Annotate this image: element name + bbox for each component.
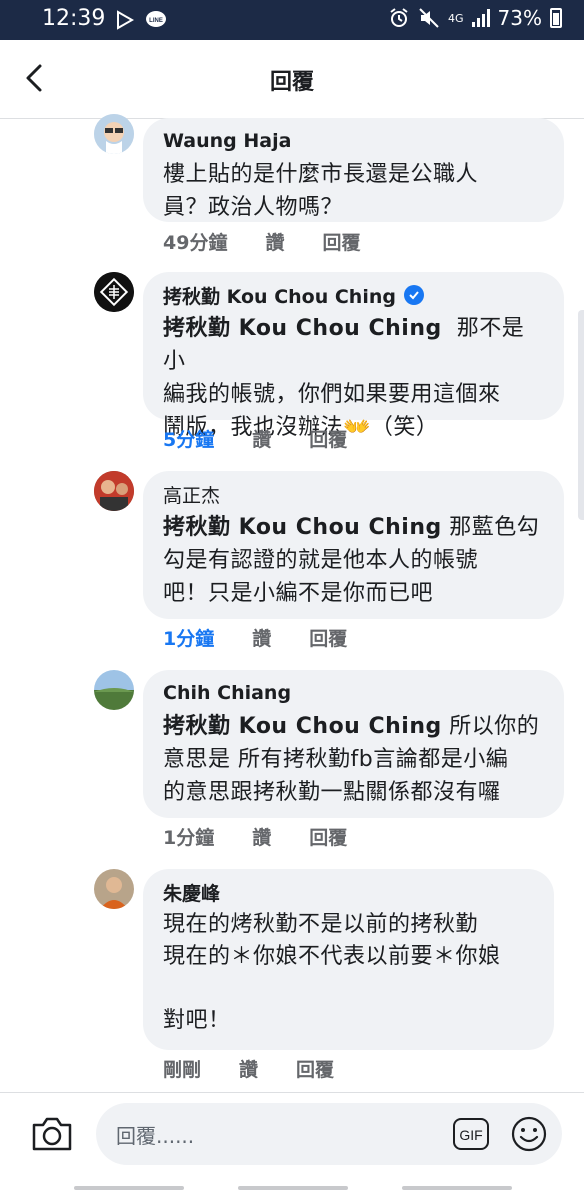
reply-button[interactable]: 回覆 xyxy=(322,228,360,255)
status-bar: 12:39 LINE 4G 73% xyxy=(0,0,584,40)
comment-author[interactable]: 朱慶峰 xyxy=(163,879,534,905)
svg-text:LINE: LINE xyxy=(149,18,163,24)
avatar[interactable] xyxy=(94,114,134,154)
comment-bubble: 朱慶峰 現在的烤秋勤不是以前的拷秋勤 現在的＊你娘不代表以前要＊你娘 對吧！ xyxy=(143,869,554,1050)
avatar[interactable] xyxy=(94,471,134,511)
author-name[interactable]: Waung Haja xyxy=(163,130,291,152)
reply-input-placeholder: 回覆...... xyxy=(116,1124,195,1148)
page-title: 回覆 xyxy=(269,70,314,95)
comment-bubble: Waung Haja 樓上貼的是什麼市長還是公職人 員？政治人物嗎？ xyxy=(143,118,564,222)
comment-actions: 1分鐘 讚 回覆 xyxy=(163,624,347,651)
comment-text: 樓上貼的是什麼市長還是公職人 員？政治人物嗎？ xyxy=(163,162,479,220)
battery-percent: 73% xyxy=(497,6,542,30)
comment-author[interactable]: 拷秋勤 Kou Chou Ching xyxy=(163,282,544,308)
comment-text: 拷秋勤 Kou Chou Ching 所以你的 意思是 所有拷秋勤fb言論都是小… xyxy=(163,710,544,809)
avatar[interactable] xyxy=(94,272,134,312)
reply-button[interactable]: 回覆 xyxy=(309,823,347,850)
mention-tag[interactable]: 拷秋勤 Kou Chou Ching xyxy=(163,316,442,341)
system-nav-bar xyxy=(0,1176,584,1200)
scrollbar[interactable] xyxy=(578,310,584,520)
alarm-icon xyxy=(390,8,408,27)
status-indicators: 4G 73% xyxy=(388,6,562,30)
mention-tag[interactable]: 拷秋勤 Kou Chou Ching xyxy=(163,714,442,739)
comment-bubble: 高正杰 拷秋勤 Kou Chou Ching 那藍色勾 勾是有認證的就是他本人的… xyxy=(143,471,564,619)
line-app-icon: LINE xyxy=(146,11,166,27)
author-name[interactable]: 朱慶峰 xyxy=(163,879,220,906)
mute-icon xyxy=(419,8,439,28)
comment-time: 1分鐘 xyxy=(163,827,215,849)
emoji-icon[interactable] xyxy=(510,1115,548,1153)
svg-text:GIF: GIF xyxy=(459,1127,482,1143)
comment-time: 5分鐘 xyxy=(163,429,215,451)
reply-button[interactable]: 回覆 xyxy=(309,425,347,452)
nav-back-handle[interactable] xyxy=(74,1186,184,1190)
comment-author[interactable]: 高正杰 xyxy=(163,481,544,507)
signal-icon xyxy=(471,9,490,27)
like-button[interactable]: 讚 xyxy=(252,823,271,850)
author-name[interactable]: 高正杰 xyxy=(163,481,220,508)
comment-actions: 49分鐘 讚 回覆 xyxy=(163,228,360,255)
nav-recents-handle[interactable] xyxy=(402,1186,512,1190)
gif-icon[interactable]: GIF xyxy=(452,1117,490,1151)
comment-actions: 1分鐘 讚 回覆 xyxy=(163,823,347,850)
reply-button[interactable]: 回覆 xyxy=(309,624,347,651)
status-time: 12:39 xyxy=(42,6,106,31)
page-header: 回覆 xyxy=(0,40,584,119)
comment-author[interactable]: Waung Haja xyxy=(163,128,544,154)
notification-icons: LINE xyxy=(114,8,168,32)
reply-input[interactable]: 回覆...... GIF xyxy=(96,1103,562,1165)
battery-icon xyxy=(550,8,562,28)
reply-composer: 回覆...... GIF xyxy=(0,1092,584,1177)
comment-text: 現在的烤秋勤不是以前的拷秋勤 現在的＊你娘不代表以前要＊你娘 對吧！ xyxy=(163,912,501,1033)
camera-icon[interactable] xyxy=(30,1113,74,1153)
like-button[interactable]: 讚 xyxy=(239,1055,258,1082)
nav-home-handle[interactable] xyxy=(238,1186,348,1190)
mention-tag[interactable]: 拷秋勤 Kou Chou Ching xyxy=(163,515,442,540)
comment-time: 49分鐘 xyxy=(163,232,228,254)
comment-author[interactable]: Chih Chiang xyxy=(163,680,544,706)
comment-actions: 5分鐘 讚 回覆 xyxy=(163,425,347,452)
comment-time: 剛剛 xyxy=(163,1059,202,1081)
verified-badge-icon xyxy=(403,285,424,305)
network-type: 4G xyxy=(448,11,464,25)
avatar[interactable] xyxy=(94,869,134,909)
play-store-icon xyxy=(117,10,135,30)
comment-time: 1分鐘 xyxy=(163,628,215,650)
like-button[interactable]: 讚 xyxy=(265,228,284,255)
like-button[interactable]: 讚 xyxy=(252,425,271,452)
author-name[interactable]: Chih Chiang xyxy=(163,682,291,704)
comment-bubble: Chih Chiang 拷秋勤 Kou Chou Ching 所以你的 意思是 … xyxy=(143,670,564,818)
comment-actions: 剛剛 讚 回覆 xyxy=(163,1055,334,1082)
reply-button[interactable]: 回覆 xyxy=(296,1055,334,1082)
comment-text: 拷秋勤 Kou Chou Ching 那藍色勾 勾是有認證的就是他本人的帳號 吧… xyxy=(163,511,544,610)
avatar[interactable] xyxy=(94,670,134,710)
comment-bubble: 拷秋勤 Kou Chou Ching 拷秋勤 Kou Chou Ching 那不… xyxy=(143,272,564,440)
like-button[interactable]: 讚 xyxy=(252,624,271,651)
author-name[interactable]: 拷秋勤 Kou Chou Ching xyxy=(163,282,396,309)
